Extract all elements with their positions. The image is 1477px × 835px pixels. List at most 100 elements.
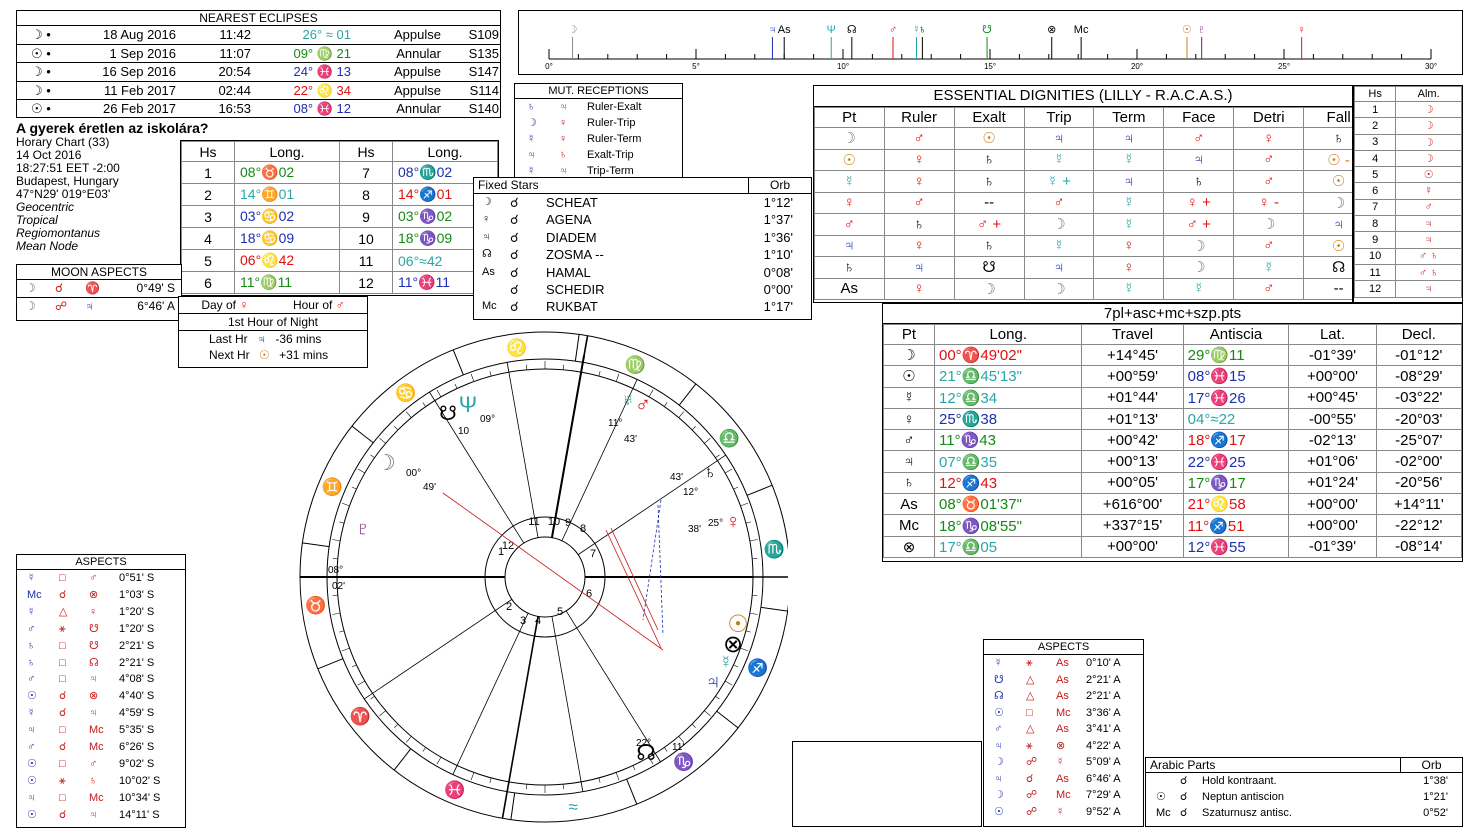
longitude-cell: 07°♎35 xyxy=(933,450,1083,473)
aspect-row: ♃ ☌ As 6°46' A xyxy=(984,771,1143,788)
planet-icon: ☋ xyxy=(89,639,99,652)
mars-icon: ♂ xyxy=(635,392,652,417)
dignity-cell: ♃ xyxy=(814,234,885,257)
degree-tick xyxy=(598,371,601,377)
eclipse-type: Appulse xyxy=(394,64,441,79)
almuten-house: 8 xyxy=(1353,215,1397,233)
almuten-house: 9 xyxy=(1353,231,1397,249)
aspect-orb: 4°59' S xyxy=(119,707,155,720)
aspect-icon: ☍ xyxy=(1026,805,1038,818)
planet-icon: As xyxy=(1056,723,1069,735)
zodiac-sign-icon: ♍ xyxy=(625,354,646,374)
aspect-row: ♂ △ As 3°41' A xyxy=(984,721,1143,738)
moon-aspects-panel: MOON ASPECTS ☽ ☌ ♈ 0°49' S ☽ ☍ ♃ 6°46' A xyxy=(16,264,182,321)
dignity-cell: ♄ xyxy=(953,148,1025,171)
sun-icon: ☉ xyxy=(259,348,270,362)
fixed-star-row: ☌ SCHEDIR 0°00' xyxy=(474,281,811,298)
degree-tick xyxy=(724,468,733,474)
degree-label: 09° xyxy=(480,414,495,425)
reception-row: ♄ ♃ Ruler-Exalt xyxy=(515,99,682,115)
eclipse-time: 16:53 xyxy=(218,101,251,116)
houses-header: Hs xyxy=(339,141,393,162)
house-number-label: 8 xyxy=(580,523,586,535)
degree-tick xyxy=(598,777,601,783)
almuten-planet-icon: ♃ xyxy=(1395,280,1462,298)
dignity-cell: ☿ xyxy=(1093,213,1165,236)
fixed-star-orb: 1°36' xyxy=(763,229,793,245)
arabic-part-orb: 1°21' xyxy=(1423,791,1448,803)
fixed-stars-title: Fixed Stars xyxy=(478,178,539,192)
planet-icon: ♂ xyxy=(883,429,935,452)
travel-cell: +01°44' xyxy=(1081,386,1184,409)
aspect-row: ♂ ☌ Mc 6°26' S xyxy=(17,739,185,756)
eclipse-date: 26 Feb 2017 xyxy=(102,101,176,116)
aspect-row: ☽ ☍ Mc 7°29' A xyxy=(984,787,1143,804)
house-cusp: 06°♌42 xyxy=(234,249,340,272)
day-of-label: Day of xyxy=(201,298,236,312)
mut-receptions-title: MUT. RECEPTIONS xyxy=(515,84,682,99)
sign-boundary xyxy=(716,710,739,729)
strip-planet-icon: ♂ xyxy=(889,24,897,36)
dignity-cell: ♄ xyxy=(953,234,1025,257)
dignity-cell: ☽ xyxy=(953,277,1025,300)
aspect-row: ☉ ☌ ♃ 14°11' S xyxy=(17,807,185,824)
planet-icon: ☉ xyxy=(27,757,37,770)
dignity-cell: ♀ xyxy=(883,148,955,171)
fixed-star-name: DIADEM xyxy=(546,229,597,245)
almuten-planet-icon: ☽ xyxy=(1395,133,1462,151)
dignity-cell: ☽ xyxy=(1023,213,1095,236)
degree-tick xyxy=(379,437,386,444)
eclipses-title: NEAREST ECLIPSES xyxy=(17,11,500,26)
degree-tick xyxy=(632,383,636,389)
fixed-stars-panel: Fixed Stars Orb ☽ ☌ SCHEAT 1°12' ♀ ☌ AGENA 1°37… xyxy=(473,177,812,320)
degree-tick xyxy=(715,454,720,458)
planet-icon: ♀ xyxy=(559,133,568,145)
reception-type: Exalt-Trip xyxy=(587,149,634,161)
chart-info-line: Horary Chart (33) xyxy=(16,135,110,149)
moon-aspects-title: MOON ASPECTS xyxy=(17,265,181,280)
conjunction-icon: ☌ xyxy=(510,247,519,263)
strip-tick-label: 15° xyxy=(984,62,996,71)
antiscia-cell: 17°♓26 xyxy=(1182,386,1290,409)
aspect-orb: 7°29' A xyxy=(1086,789,1121,801)
planet-icon: As xyxy=(1056,673,1069,686)
almuten-header: Hs xyxy=(1353,86,1397,102)
house-cusp-line xyxy=(506,362,539,538)
arabic-part-name: Neptun antiscion xyxy=(1202,791,1284,803)
planet-icon: ☊ xyxy=(994,690,1004,702)
almuten-row: 4 ☽ xyxy=(1353,149,1462,168)
almuten-panel: Hs Alm. 1 ☽ 2 ☽ 3 ☽ 4 ☽ 5 ☉ 6 ☿ 7 ♂ 8 ♃ 9 ♃ 10 ♂ ♄ 11 ♂ ♄ 12 ♃ xyxy=(1353,85,1463,303)
strip-planet-icon: Mc xyxy=(1074,24,1089,36)
houses-header: Long. xyxy=(234,141,340,162)
planet-icon: Mc xyxy=(89,791,104,804)
aspect-orb: 4°40' S xyxy=(119,690,155,703)
declination-cell: -20°56' xyxy=(1375,471,1463,495)
aspect-line xyxy=(642,499,662,621)
house-number-label: 4 xyxy=(535,615,541,627)
degree-label: 11° xyxy=(608,418,622,429)
planet-icon: ☽ xyxy=(482,196,492,208)
almuten-house: 10 xyxy=(1353,247,1397,265)
degree-tick xyxy=(454,765,458,771)
almuten-planet-icon: ♃ xyxy=(1395,231,1462,249)
planet-icon: ♃ xyxy=(994,772,1003,785)
planet-icon: ♃ xyxy=(85,299,94,313)
fixed-star-row: ☊ ☌ ZOSMA -- 1°10' xyxy=(474,246,811,263)
position-header: Decl. xyxy=(1375,324,1463,345)
aspect-row: ☉ □ Mc 3°36' A xyxy=(984,705,1143,722)
dignity-cell: ♂ xyxy=(1233,148,1305,171)
position-header: Long. xyxy=(933,324,1083,345)
degree-tick xyxy=(394,426,399,431)
antiscia-cell: 18°♐17 xyxy=(1182,429,1290,452)
planet-icon: ☽ xyxy=(994,789,1004,801)
planet-icon: ♄ xyxy=(27,639,36,652)
fixed-stars-orb-header: Orb xyxy=(748,178,811,193)
travel-cell: +00°00' xyxy=(1081,535,1184,558)
house-cusp: 11°♍11 xyxy=(234,271,340,294)
degree-tick xyxy=(470,772,475,781)
eclipse-type: Appulse xyxy=(394,82,441,98)
moon-aspect-row: ☽ ☍ ♃ 6°46' A xyxy=(17,297,181,315)
aspect-row: Mc ☌ ⊗ 1°03' S xyxy=(17,587,185,604)
aspect-orb: 5°09' A xyxy=(1086,756,1121,768)
antiscia-cell: 22°♓25 xyxy=(1182,450,1290,473)
